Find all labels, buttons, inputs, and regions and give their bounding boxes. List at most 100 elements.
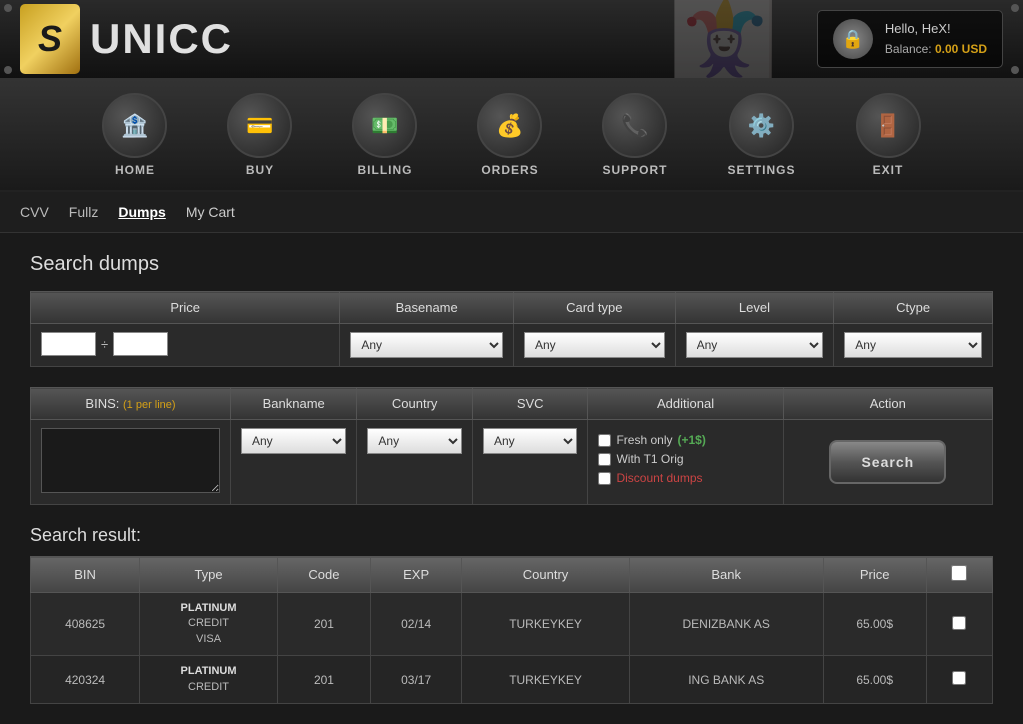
price-divider: ÷ (101, 337, 108, 352)
result-check-1 (926, 593, 992, 656)
result-country-1: TURKEYKEY (462, 593, 630, 656)
col-ctype: Ctype (834, 292, 993, 324)
home-icon: 🏦 (102, 93, 167, 158)
fresh-price-text: (+1$) (678, 433, 706, 447)
logo-area: S UNICC (20, 4, 233, 74)
table-row: 408625 PLATINUM CREDIT VISA 201 02/14 TU… (31, 593, 993, 656)
additional-checks: Fresh only (+1$) With T1 Orig Discount d… (598, 428, 772, 490)
with-t1-label[interactable]: With T1 Orig (598, 452, 772, 466)
user-text: Hello, HeX! Balance: 0.00 USD (885, 19, 987, 59)
result-exp-1: 02/14 (371, 593, 462, 656)
price-min-input[interactable] (41, 332, 96, 356)
logo-name: UNICC (90, 15, 233, 63)
result-col-price: Price (823, 557, 926, 593)
result-col-bank: Bank (629, 557, 823, 593)
with-t1-checkbox[interactable] (598, 453, 611, 466)
col-action: Action (783, 388, 992, 420)
fresh-only-label[interactable]: Fresh only (+1$) (598, 433, 772, 447)
table-row: 420324 PLATINUM CREDIT 201 03/17 TURKEYK… (31, 656, 993, 704)
user-balance: Balance: 0.00 USD (885, 40, 987, 59)
country-select[interactable]: Any (367, 428, 462, 454)
select-all-checkbox[interactable] (951, 565, 967, 581)
result-type-1: PLATINUM CREDIT VISA (140, 593, 278, 656)
row-checkbox-1[interactable] (952, 616, 966, 630)
nav-settings-label: SETTINGS (728, 163, 796, 177)
balance-amount: 0.00 USD (935, 42, 987, 56)
nav-bar: 🏦 HOME 💳 BUY 💵 BILLING 💰 ORDERS 📞 SUPPOR… (0, 80, 1023, 192)
col-price: Price (31, 292, 340, 324)
result-price-1: 65.00$ (823, 593, 926, 656)
nav-support[interactable]: 📞 SUPPORT (572, 85, 697, 185)
col-basename: Basename (340, 292, 514, 324)
billing-icon: 💵 (352, 93, 417, 158)
nav-billing-label: BILLING (357, 163, 412, 177)
subnav-cvv[interactable]: CVV (20, 204, 49, 220)
col-additional: Additional (588, 388, 783, 420)
main-content: Search dumps Price Basename Card type Le… (0, 233, 1023, 724)
col-level: Level (675, 292, 834, 324)
lock-icon: 🔒 (833, 19, 873, 59)
subnav-dumps[interactable]: Dumps (118, 204, 165, 220)
result-col-select (926, 557, 992, 593)
result-col-type: Type (140, 557, 278, 593)
search-button[interactable]: Search (829, 440, 946, 484)
support-icon: 📞 (602, 93, 667, 158)
buy-icon: 💳 (227, 93, 292, 158)
header: S UNICC 🃏 🔒 Hello, HeX! Balance: 0.00 US… (0, 0, 1023, 80)
search-title: Search dumps (30, 253, 993, 276)
nav-exit-label: EXIT (873, 163, 904, 177)
nav-buy[interactable]: 💳 BUY (197, 85, 322, 185)
user-greeting: Hello, HeX! (885, 19, 987, 40)
subnav-mycart[interactable]: My Cart (186, 204, 235, 220)
col-cardtype: Card type (513, 292, 675, 324)
orders-icon: 💰 (477, 93, 542, 158)
nav-settings[interactable]: ⚙️ SETTINGS (698, 85, 826, 185)
fresh-only-checkbox[interactable] (598, 434, 611, 447)
col-country: Country (357, 388, 473, 420)
nav-home-label: HOME (115, 163, 155, 177)
exit-icon: 🚪 (856, 93, 921, 158)
cardtype-cell: Any (513, 324, 675, 367)
nav-exit[interactable]: 🚪 EXIT (826, 85, 951, 185)
nav-home[interactable]: 🏦 HOME (72, 85, 197, 185)
settings-icon: ⚙️ (729, 93, 794, 158)
results-title: Search result: (30, 525, 993, 546)
bins-textarea[interactable] (41, 428, 220, 493)
user-info-box: 🔒 Hello, HeX! Balance: 0.00 USD (817, 10, 1003, 68)
result-exp-2: 03/17 (371, 656, 462, 704)
subnav-fullz[interactable]: Fullz (69, 204, 99, 220)
result-price-2: 65.00$ (823, 656, 926, 704)
nav-billing[interactable]: 💵 BILLING (322, 85, 447, 185)
ctype-cell: Any (834, 324, 993, 367)
results-table: BIN Type Code EXP Country Bank Price 408… (30, 556, 993, 704)
nav-orders-label: ORDERS (481, 163, 538, 177)
additional-cell: Fresh only (+1$) With T1 Orig Discount d… (588, 420, 783, 505)
level-select[interactable]: Any (686, 332, 824, 358)
result-type-2: PLATINUM CREDIT (140, 656, 278, 704)
row-checkbox-2[interactable] (952, 671, 966, 685)
nav-orders[interactable]: 💰 ORDERS (447, 85, 572, 185)
basename-select[interactable]: Any (350, 332, 503, 358)
bins-hint: (1 per line) (123, 399, 176, 411)
svc-select[interactable]: Any (483, 428, 578, 454)
with-t1-text: With T1 Orig (616, 452, 683, 466)
result-check-2 (926, 656, 992, 704)
result-bin-2: 420324 (31, 656, 140, 704)
sub-nav: CVV Fullz Dumps My Cart (0, 192, 1023, 233)
col-bankname: Bankname (231, 388, 357, 420)
price-max-input[interactable] (113, 332, 168, 356)
basename-cell: Any (340, 324, 514, 367)
logo-icon: S (20, 4, 80, 74)
search-form: Price Basename Card type Level Ctype ÷ (30, 291, 993, 367)
ctype-select[interactable]: Any (844, 332, 982, 358)
discount-label[interactable]: Discount dumps (598, 471, 772, 485)
result-bank-1: DENIZBANK AS (629, 593, 823, 656)
discount-checkbox[interactable] (598, 472, 611, 485)
result-col-country: Country (462, 557, 630, 593)
discount-text: Discount dumps (616, 471, 702, 485)
result-col-bin: BIN (31, 557, 140, 593)
fresh-only-text: Fresh only (616, 433, 672, 447)
bankname-select[interactable]: Any (241, 428, 346, 454)
result-code-2: 201 (277, 656, 370, 704)
cardtype-select[interactable]: Any (524, 332, 665, 358)
